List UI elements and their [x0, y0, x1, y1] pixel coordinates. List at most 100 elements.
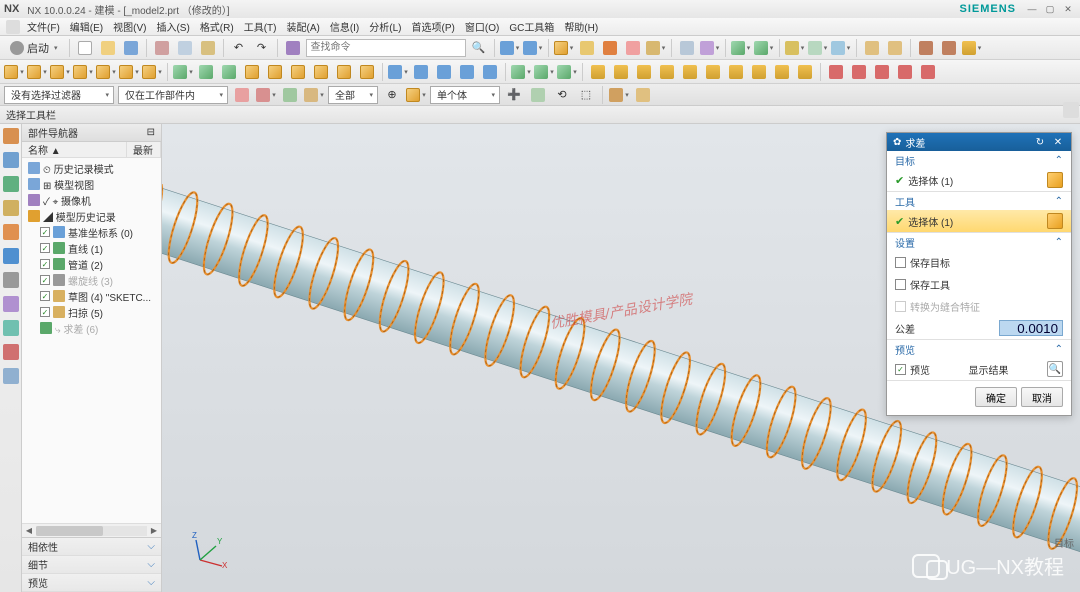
- scroll-thumb[interactable]: [36, 526, 103, 536]
- nav-tab-constraint[interactable]: [3, 176, 19, 192]
- keep-tool-row[interactable]: 保存工具: [887, 273, 1071, 295]
- tree-checkbox[interactable]: ✓: [40, 307, 50, 317]
- save-icon[interactable]: [121, 38, 141, 58]
- nav-foot-preview[interactable]: 预览⌵: [22, 574, 161, 592]
- ok-button[interactable]: 确定: [975, 387, 1017, 407]
- tree-item[interactable]: ✓管道 (2): [22, 256, 161, 272]
- t2-3[interactable]: [50, 62, 70, 82]
- nav-tab-roles[interactable]: [3, 296, 19, 312]
- filter-type-combo[interactable]: 没有选择过滤器: [4, 86, 114, 104]
- menu-analysis[interactable]: 分析(L): [366, 19, 404, 34]
- menu-assembly[interactable]: 装配(A): [283, 19, 322, 34]
- tree-item[interactable]: ✓螺旋线 (3): [22, 272, 161, 288]
- right-bar-icon[interactable]: [1063, 102, 1079, 118]
- t2-17[interactable]: [388, 62, 408, 82]
- col-latest[interactable]: 最新: [127, 142, 161, 157]
- t2-22[interactable]: [511, 62, 531, 82]
- sel-ic-7[interactable]: ➕: [504, 85, 524, 105]
- sel-ic-8[interactable]: [528, 85, 548, 105]
- tree-item[interactable]: ✓扫掠 (5): [22, 304, 161, 320]
- t2-16[interactable]: [357, 62, 377, 82]
- keep-target-row[interactable]: 保存目标: [887, 251, 1071, 273]
- menu-format[interactable]: 格式(R): [197, 19, 237, 34]
- tree-item[interactable]: ✓基准坐标系 (0): [22, 224, 161, 240]
- search-go-icon[interactable]: 🔍: [469, 38, 489, 58]
- fit-icon[interactable]: [677, 38, 697, 58]
- t2-24[interactable]: [557, 62, 577, 82]
- extrude-icon[interactable]: [754, 38, 774, 58]
- nav-tab-reuse[interactable]: [3, 200, 19, 216]
- t2-19[interactable]: [434, 62, 454, 82]
- checkbox-checked[interactable]: ✓: [895, 364, 906, 375]
- menu-tools[interactable]: 工具(T): [241, 19, 280, 34]
- tree-item[interactable]: ✓草图 (4) "SKETC...: [22, 288, 161, 304]
- t2-2[interactable]: [27, 62, 47, 82]
- sel-ic-4[interactable]: [304, 85, 324, 105]
- nav-foot-dep[interactable]: 相依性⌵: [22, 538, 161, 556]
- target-body-row[interactable]: ✔ 选择体 (1): [887, 169, 1071, 191]
- minimize-icon[interactable]: —: [1024, 2, 1040, 16]
- nav-tab-history[interactable]: [3, 272, 19, 288]
- nav-tab-html[interactable]: [3, 224, 19, 240]
- scroll-right-icon[interactable]: ▶: [147, 526, 161, 535]
- t2-31[interactable]: [726, 62, 746, 82]
- tolerance-input[interactable]: [999, 320, 1063, 336]
- menu-gctools[interactable]: GC工具箱: [506, 19, 557, 34]
- layer-icon[interactable]: [700, 38, 720, 58]
- touch-icon[interactable]: [283, 38, 303, 58]
- combine-icon[interactable]: [831, 38, 851, 58]
- sel-ic-12[interactable]: [633, 85, 653, 105]
- edges-icon[interactable]: [646, 38, 666, 58]
- view-style-1[interactable]: [500, 38, 520, 58]
- t2-1[interactable]: [4, 62, 24, 82]
- t2-38[interactable]: [895, 62, 915, 82]
- nav-hscroll[interactable]: ◀ ▶: [22, 523, 161, 537]
- tree-item[interactable]: ✓直线 (1): [22, 240, 161, 256]
- section-target[interactable]: 目标⌃: [887, 151, 1071, 169]
- magnifier-icon[interactable]: 🔍: [1047, 361, 1063, 377]
- block-icon[interactable]: [731, 38, 751, 58]
- dim-icon[interactable]: [916, 38, 936, 58]
- t2-29[interactable]: [680, 62, 700, 82]
- menu-info[interactable]: 信息(I): [327, 19, 362, 34]
- view-style-2[interactable]: [523, 38, 543, 58]
- t2-12[interactable]: [265, 62, 285, 82]
- t2-13[interactable]: [288, 62, 308, 82]
- menu-file[interactable]: 文件(F): [24, 19, 63, 34]
- tree-checkbox[interactable]: ✓: [40, 259, 50, 269]
- nav-tab-vis[interactable]: [3, 368, 19, 384]
- wireframe-icon[interactable]: [577, 38, 597, 58]
- filter-scope-combo[interactable]: 仅在工作部件内: [118, 86, 228, 104]
- section-preview[interactable]: 预览⌃: [887, 340, 1071, 358]
- nav-pin-icon[interactable]: ⊟: [147, 127, 155, 138]
- t2-37[interactable]: [872, 62, 892, 82]
- sel-ic-11[interactable]: [609, 85, 629, 105]
- t2-28[interactable]: [657, 62, 677, 82]
- hole-icon[interactable]: [785, 38, 805, 58]
- tool-body-row[interactable]: ✔ 选择体 (1): [887, 210, 1071, 232]
- filter-all-combo[interactable]: 全部: [328, 86, 378, 104]
- tree-item[interactable]: ⊞ 模型视图: [22, 176, 161, 192]
- tree-item[interactable]: ⤷ 求差 (6): [22, 320, 161, 336]
- scroll-left-icon[interactable]: ◀: [22, 526, 36, 535]
- nav-tab-hd3d[interactable]: [3, 344, 19, 360]
- nav-tab-assy[interactable]: [3, 152, 19, 168]
- nav-tab-sys[interactable]: [3, 320, 19, 336]
- nav-tab-part[interactable]: [3, 128, 19, 144]
- dialog-title-bar[interactable]: ✿ 求差 ↻ ✕: [887, 133, 1071, 151]
- menu-help[interactable]: 帮助(H): [561, 19, 601, 34]
- tree-item[interactable]: ✓ ⌖ 摄像机: [22, 192, 161, 208]
- tree-checkbox[interactable]: ✓: [40, 243, 50, 253]
- shaded-icon[interactable]: [600, 38, 620, 58]
- sel-ic-9[interactable]: ⟲: [552, 85, 572, 105]
- t2-14[interactable]: [311, 62, 331, 82]
- t2-30[interactable]: [703, 62, 723, 82]
- measure-icon[interactable]: [962, 38, 982, 58]
- section-settings[interactable]: 设置⌃: [887, 233, 1071, 251]
- nav-foot-detail[interactable]: 细节⌵: [22, 556, 161, 574]
- t2-7[interactable]: [142, 62, 162, 82]
- single-body-combo[interactable]: 单个体: [430, 86, 500, 104]
- menu-prefs[interactable]: 首选项(P): [409, 19, 458, 34]
- t2-5[interactable]: [96, 62, 116, 82]
- t2-34[interactable]: [795, 62, 815, 82]
